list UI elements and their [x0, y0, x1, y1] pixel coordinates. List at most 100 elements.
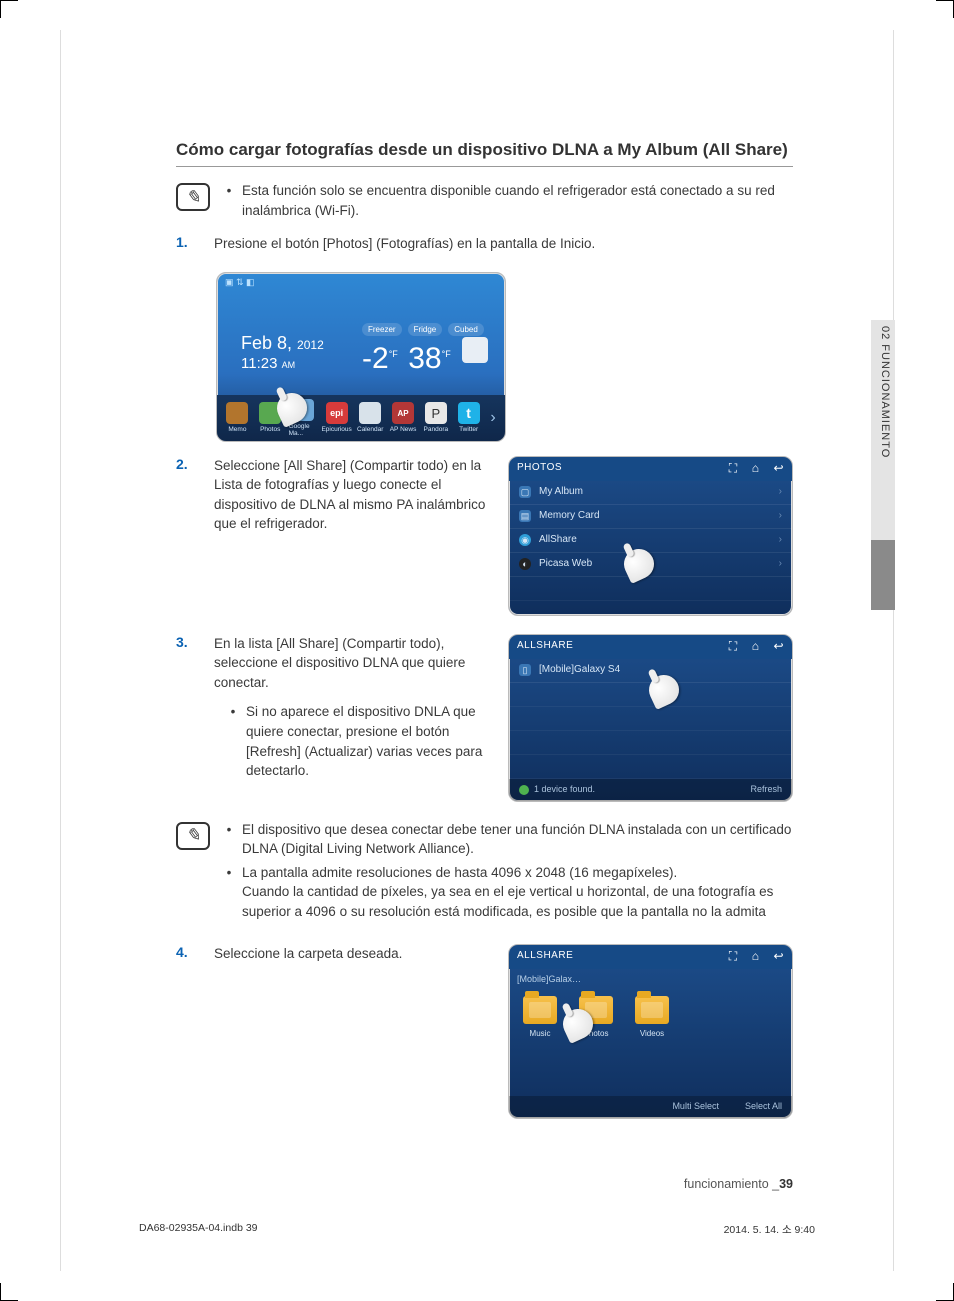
note-icon: ✎ [176, 822, 210, 850]
photos-icon [259, 402, 281, 424]
dock-memo[interactable]: Memo [223, 402, 252, 433]
status-dot-icon [519, 785, 529, 795]
content-area: Cómo cargar fotografías desde un disposi… [176, 140, 793, 1201]
allshare-icon: ◉ [519, 534, 531, 546]
dock-epicurious[interactable]: epiEpicurious [321, 402, 351, 433]
step-text: En la lista [All Share] (Compartir todo)… [214, 634, 488, 781]
panel-title: ALLSHARE [517, 949, 573, 964]
home-time: 11:23 AM [241, 355, 295, 372]
panel-title: PHOTOS [517, 461, 562, 476]
step-3: 3. En la lista [All Share] (Compartir to… [176, 634, 793, 802]
apnews-icon: AP [392, 402, 414, 424]
map-icon [292, 399, 314, 421]
crop-mark [0, 1283, 18, 1301]
select-all-button[interactable]: Select All [745, 1100, 782, 1113]
step-1: 1. Presione el botón [Photos] (Fotografí… [176, 234, 793, 254]
calendar-icon [359, 402, 381, 424]
dock-apnews[interactable]: APAP News [389, 402, 418, 433]
memo-icon [226, 402, 248, 424]
note-block: ✎ • Esta función solo se encuentra dispo… [176, 181, 793, 220]
step-text: Presione el botón [Photos] (Fotografías)… [214, 234, 793, 254]
section-tab: 02 FUNCIONAMIENTO [871, 320, 895, 610]
page-title: Cómo cargar fotografías desde un disposi… [176, 140, 793, 167]
memory-card-icon: ▤ [519, 510, 531, 522]
device-icon: ▯ [519, 664, 531, 676]
chevron-right-icon: › [779, 557, 782, 572]
folder-icon [635, 996, 669, 1024]
dock-calendar[interactable]: Calendar [356, 402, 385, 433]
list-item-picasa[interactable]: ◐Picasa Web› [509, 553, 792, 577]
dock-pandora[interactable]: PPandora [421, 402, 450, 433]
print-date: 2014. 5. 14. 소 9:40 [724, 1222, 815, 1237]
ice-type-icon [462, 337, 488, 363]
step-number: 4. [176, 944, 196, 1119]
screenshot-photos-list: PHOTOS ⛶ ⌂ ↩ ▢My Album› ▤Memory Card› ◉A… [508, 456, 793, 616]
dock-photos[interactable]: Photos [256, 402, 285, 433]
list-item-my-album[interactable]: ▢My Album› [509, 481, 792, 505]
section-tab-marker [871, 540, 895, 610]
refresh-button[interactable]: Refresh [750, 783, 782, 796]
chip-freezer: Freezer [362, 323, 402, 336]
chevron-right-icon: › [779, 485, 782, 500]
screenshot-allshare-folders: ALLSHARE ⛶ ⌂ ↩ [Mobile]Galax… Music Phot… [508, 944, 793, 1119]
back-icon[interactable]: ↩ [773, 638, 784, 655]
panel-header: ALLSHARE ⛶ ⌂ ↩ [509, 945, 792, 969]
picasa-icon: ◐ [519, 558, 531, 570]
sub-bullet: • Si no aparece el dispositivo DNLA que … [230, 702, 488, 780]
back-icon[interactable]: ↩ [773, 460, 784, 477]
dock-map[interactable]: Google Ma... [289, 399, 318, 437]
breadcrumb: [Mobile]Galax… [509, 969, 792, 986]
home-dock: Memo Photos Google Ma... epiEpicurious C… [217, 395, 505, 441]
chevron-right-icon: › [779, 509, 782, 524]
folder-grid: Music Photos Videos [509, 986, 792, 1050]
folder-icon [579, 996, 613, 1024]
album-icon: ▢ [519, 486, 531, 498]
device-row[interactable]: ▯[Mobile]Galaxy S4 [509, 659, 792, 683]
note-text-body: Esta función solo se encuentra disponibl… [242, 181, 793, 220]
twitter-icon: t [458, 402, 480, 424]
crop-mark [0, 0, 18, 18]
page-footer: funcionamiento _39 [176, 1177, 793, 1191]
page-frame: 02 FUNCIONAMIENTO Cómo cargar fotografía… [60, 30, 894, 1271]
expand-icon[interactable]: ⛶ [729, 460, 738, 477]
print-file: DA68-02935A-04.indb 39 [139, 1222, 258, 1237]
panel-header: PHOTOS ⛶ ⌂ ↩ [509, 457, 792, 481]
multi-select-button[interactable]: Multi Select [672, 1100, 719, 1113]
print-footer: DA68-02935A-04.indb 39 2014. 5. 14. 소 9… [139, 1222, 815, 1237]
dock-scroll-right[interactable]: › [487, 409, 499, 427]
step-number: 2. [176, 456, 196, 616]
folder-photos[interactable]: Photos [579, 996, 613, 1040]
chip-fridge: Fridge [408, 323, 443, 336]
step-2: 2. Seleccione [All Share] (Compartir tod… [176, 456, 793, 616]
section-tab-label: 02 FUNCIONAMIENTO [871, 320, 895, 540]
chip-cubed: Cubed [448, 323, 484, 336]
folder-music[interactable]: Music [523, 996, 557, 1040]
step-body: Presione el botón [Photos] (Fotografías)… [214, 234, 793, 254]
expand-icon[interactable]: ⛶ [729, 638, 738, 655]
list-item-allshare[interactable]: ◉AllShare› [509, 529, 792, 553]
note-icon: ✎ [176, 183, 210, 211]
step-number: 1. [176, 234, 196, 254]
expand-icon[interactable]: ⛶ [729, 948, 738, 965]
fridge-temp: 38°F [408, 342, 450, 375]
step-text: Seleccione [All Share] (Compartir todo) … [214, 456, 488, 534]
folder-videos[interactable]: Videos [635, 996, 669, 1040]
panel-controls: ⛶ ⌂ ↩ [729, 948, 784, 965]
panel-footer: Multi Select Select All [509, 1096, 792, 1118]
dock-twitter[interactable]: tTwitter [454, 402, 483, 433]
home-icon[interactable]: ⌂ [752, 460, 760, 477]
home-icon[interactable]: ⌂ [752, 948, 760, 965]
screenshot-allshare-devices: ALLSHARE ⛶ ⌂ ↩ ▯[Mobile]Galaxy S4 1 devi… [508, 634, 793, 802]
crop-mark [936, 0, 954, 18]
list-item-memory-card[interactable]: ▤Memory Card› [509, 505, 792, 529]
back-icon[interactable]: ↩ [773, 948, 784, 965]
panel-header: ALLSHARE ⛶ ⌂ ↩ [509, 635, 792, 659]
panel-controls: ⛶ ⌂ ↩ [729, 460, 784, 477]
step-4: 4. Seleccione la carpeta deseada. ALLSHA… [176, 944, 793, 1119]
panel-title: ALLSHARE [517, 639, 573, 654]
note-block: ✎ • El dispositivo que desea conectar de… [176, 820, 793, 922]
freezer-temp: -2°F [362, 342, 398, 375]
panel-footer: 1 device found. Refresh [509, 779, 792, 801]
home-icon[interactable]: ⌂ [752, 638, 760, 655]
home-date: Feb 8, 2012 [241, 333, 324, 354]
